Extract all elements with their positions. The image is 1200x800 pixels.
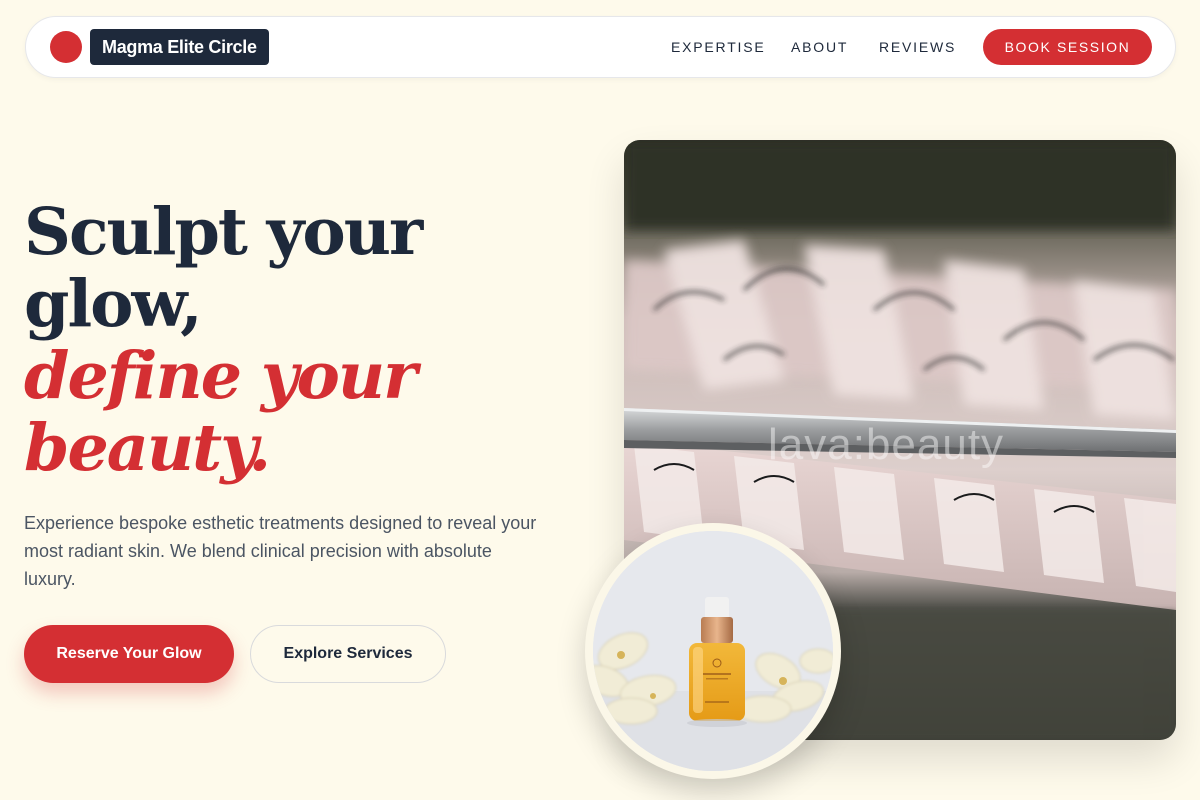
serum-bottle-illustration bbox=[593, 531, 833, 771]
nav-link-expertise[interactable]: EXPERTISE bbox=[671, 38, 766, 56]
inset-photo-serum-frame bbox=[585, 523, 841, 779]
headline-line-1: Sculpt your bbox=[24, 194, 423, 270]
top-navbar: Magma Elite Circle EXPERTISE ABOUT REVIE… bbox=[25, 16, 1176, 78]
hero-lead-text: Experience bespoke esthetic treatments d… bbox=[24, 513, 537, 589]
book-session-button[interactable]: BOOK SESSION bbox=[983, 29, 1152, 65]
hero-headline: Sculpt your glow, define your beauty. bbox=[24, 196, 564, 484]
photo-watermark: lava:beauty bbox=[768, 420, 1005, 469]
nav-link-about[interactable]: ABOUT bbox=[791, 38, 848, 56]
inset-photo-serum-bottle bbox=[593, 531, 833, 771]
brand-name[interactable]: Magma Elite Circle bbox=[90, 29, 269, 65]
headline-accent-line-1: define your bbox=[24, 338, 417, 414]
brand-logo-dot[interactable] bbox=[50, 31, 82, 63]
explore-services-button[interactable]: Explore Services bbox=[250, 625, 446, 683]
headline-accent-line-2: beauty. bbox=[24, 410, 271, 486]
headline-line-2: glow, bbox=[24, 266, 203, 342]
reserve-your-glow-button[interactable]: Reserve Your Glow bbox=[24, 625, 234, 683]
nav-link-reviews[interactable]: REVIEWS bbox=[879, 38, 956, 56]
